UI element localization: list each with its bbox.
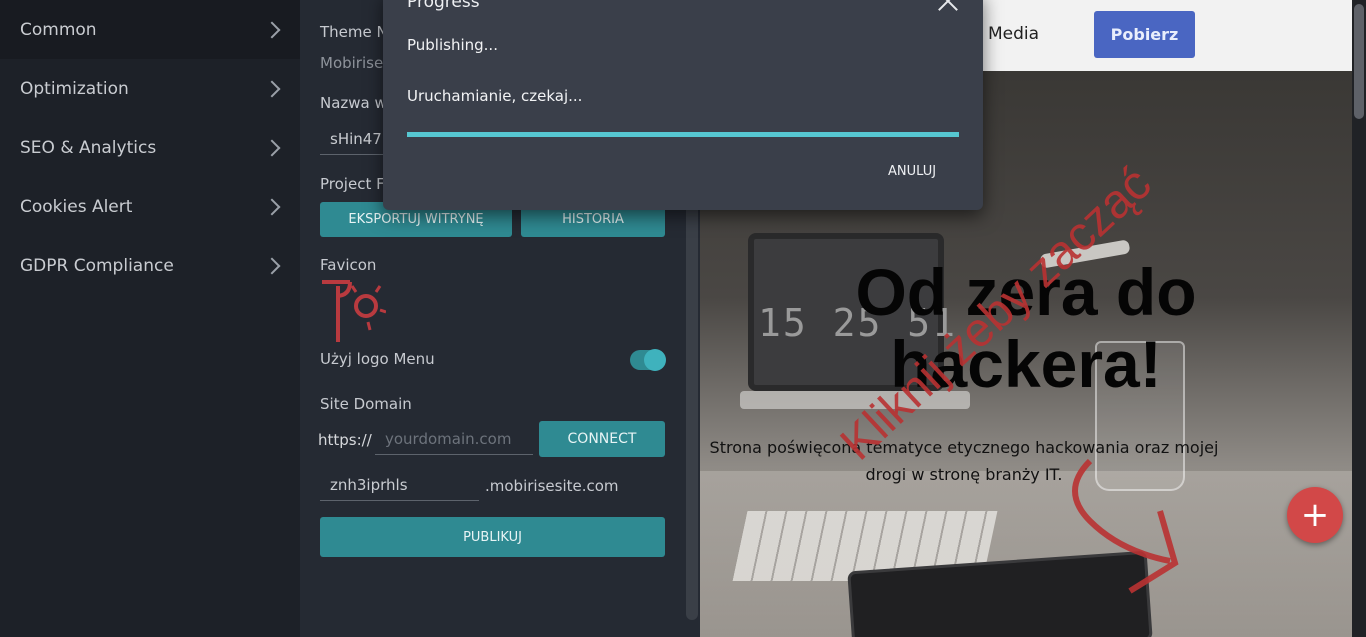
favicon-label: Favicon [320, 256, 377, 274]
logo-menu-label: Użyj logo Menu [320, 350, 435, 368]
settings-menu: Common Optimization SEO & Analytics Cook… [0, 0, 300, 637]
logo-menu-toggle[interactable] [630, 349, 666, 371]
subdomain-suffix: .mobirisesite.com [485, 477, 619, 495]
chevron-right-icon [263, 139, 281, 156]
plus-icon[interactable]: + [1287, 487, 1343, 543]
dialog-title: Progress [407, 0, 480, 12]
preview-scrollbar-thumb[interactable] [1354, 4, 1364, 119]
menu-item-seo-analytics[interactable]: SEO & Analytics [0, 118, 300, 177]
menu-item-optimization[interactable]: Optimization [0, 59, 300, 118]
theme-value: Mobirise [320, 54, 384, 72]
publish-button[interactable]: PUBLIKUJ [320, 517, 665, 557]
menu-item-cookies-alert[interactable]: Cookies Alert [0, 177, 300, 236]
download-button[interactable]: Pobierz [1094, 11, 1195, 58]
chevron-right-icon [263, 257, 281, 274]
favicon-logo[interactable] [320, 280, 386, 346]
site-domain-label: Site Domain [320, 395, 412, 413]
domain-input[interactable]: yourdomain.com [375, 424, 533, 455]
connect-button[interactable]: CONNECT [539, 421, 665, 457]
menu-item-gdpr[interactable]: GDPR Compliance [0, 236, 300, 295]
preview-scrollbar[interactable] [1352, 0, 1366, 637]
menu-item-label: Cookies Alert [20, 196, 133, 217]
menu-item-common[interactable]: Common [0, 0, 300, 59]
close-icon[interactable] [935, 0, 961, 14]
project-files-label: Project Fi [320, 175, 388, 193]
https-prefix: https:// [318, 431, 372, 449]
progress-dialog: Progress Publishing... Uruchamianie, cze… [383, 0, 983, 210]
annotation-arrow-icon [1072, 458, 1179, 594]
dialog-message: Uruchamianie, czekaj... [407, 87, 583, 105]
dialog-status: Publishing... [407, 36, 498, 54]
menu-item-label: Common [20, 19, 97, 40]
menu-item-label: Optimization [20, 78, 129, 99]
menu-item-label: SEO & Analytics [20, 137, 157, 158]
chevron-right-icon [263, 21, 281, 38]
progress-bar [407, 132, 959, 137]
chevron-right-icon [263, 80, 281, 97]
progress-bar-fill [407, 132, 959, 137]
site-name-label: Nazwa w [320, 94, 387, 112]
nav-item-media[interactable]: Media [988, 24, 1039, 44]
subdomain-input[interactable]: znh3iprhls [320, 470, 479, 501]
cancel-button[interactable]: ANULUJ [888, 164, 936, 179]
menu-item-label: GDPR Compliance [20, 255, 174, 276]
hero-title-line2: hackera! [890, 327, 1162, 401]
chevron-right-icon [263, 198, 281, 215]
